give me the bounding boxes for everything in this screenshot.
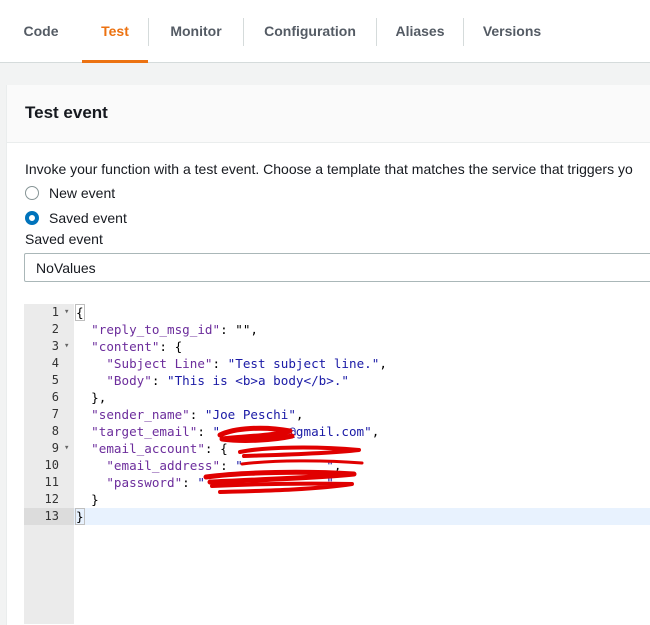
- tab-test-label: Test: [101, 23, 129, 39]
- line-number: 3: [51, 339, 59, 353]
- json-key: "reply_to_msg_id": [91, 322, 221, 337]
- code-line: 3 ▾ "content": {: [24, 338, 650, 355]
- tab-configuration[interactable]: Configuration: [244, 0, 376, 62]
- json-key: "password": [106, 475, 183, 490]
- line-number: 4: [51, 356, 59, 370]
- json-text: ,: [371, 424, 380, 439]
- tab-aliases[interactable]: Aliases: [377, 0, 463, 62]
- close-brace: }: [75, 508, 85, 525]
- json-key: "target_email": [91, 424, 198, 439]
- json-text: },: [91, 390, 107, 405]
- line-number: 13: [44, 509, 59, 523]
- radio-new-event[interactable]: New event: [25, 185, 115, 201]
- json-key: "sender_name": [91, 407, 190, 422]
- panel-description: Invoke your function with a test event. …: [25, 161, 633, 177]
- test-event-panel: Test event Invoke your function with a t…: [6, 85, 650, 625]
- json-text: :: [220, 458, 236, 473]
- line-number: 12: [44, 492, 59, 506]
- tab-aliases-label: Aliases: [395, 23, 445, 39]
- open-brace: {: [75, 304, 85, 321]
- json-string: "Joe Peschi": [204, 407, 296, 422]
- line-number: 5: [51, 373, 59, 387]
- json-text: ,: [295, 407, 304, 422]
- tab-monitor[interactable]: Monitor: [149, 0, 243, 62]
- radio-saved-event[interactable]: Saved event: [25, 210, 127, 226]
- code-line: 5 "Body": "This is <b>a body</b>.": [24, 372, 650, 389]
- fold-arrow-icon[interactable]: ▾: [64, 338, 69, 355]
- line-number: 2: [51, 322, 59, 336]
- json-string: " @gmail.com": [212, 424, 372, 439]
- json-string: " ": [235, 458, 334, 473]
- json-key: "email_account": [91, 441, 205, 456]
- radio-saved-event-label: Saved event: [49, 210, 127, 226]
- line-number: 9: [51, 441, 59, 455]
- json-text: :: [151, 373, 168, 388]
- tab-code-label: Code: [23, 23, 59, 39]
- json-key: "Body": [106, 373, 152, 388]
- line-number: 1: [51, 305, 59, 319]
- code-line-active: 13 }: [24, 508, 650, 525]
- code-line: 1 ▾ {: [24, 304, 650, 321]
- panel-title: Test event: [25, 103, 108, 122]
- json-text: }: [91, 492, 99, 507]
- code-line: 7 "sender_name": "Joe Peschi",: [24, 406, 650, 423]
- json-key: "email_address": [106, 458, 221, 473]
- line-number: 8: [51, 424, 59, 438]
- code-line: 8 "target_email": " @gmail.com",: [24, 423, 650, 440]
- code-line: 10 "email_address": " ",: [24, 457, 650, 474]
- radio-saved-event-circle[interactable]: [25, 211, 39, 225]
- fold-arrow-icon[interactable]: ▾: [64, 304, 69, 321]
- tab-code[interactable]: Code: [0, 0, 82, 62]
- code-line: 11 "password": " ": [24, 474, 650, 491]
- json-string: " ": [197, 475, 334, 490]
- radio-new-event-label: New event: [49, 185, 116, 201]
- radio-new-event-circle[interactable]: [25, 186, 39, 200]
- json-text: : {: [204, 441, 228, 456]
- tab-monitor-label: Monitor: [170, 23, 222, 39]
- json-text: ,: [333, 458, 342, 473]
- tab-versions[interactable]: Versions: [464, 0, 560, 62]
- json-editor[interactable]: 1 ▾ { 2 "reply_to_msg_id": "", 3 ▾ "cont…: [24, 304, 650, 624]
- json-text: :: [182, 475, 198, 490]
- code-line: 12 }: [24, 491, 650, 508]
- tab-configuration-label: Configuration: [264, 23, 356, 39]
- json-text: : {: [159, 339, 183, 354]
- json-text: :: [189, 407, 205, 422]
- json-key: "Subject Line": [106, 356, 213, 371]
- json-text: ,: [379, 356, 387, 371]
- json-string: "Test subject line.": [227, 356, 380, 371]
- code-line: 9 ▾ "email_account": {: [24, 440, 650, 457]
- line-number: 6: [51, 390, 59, 404]
- json-text: :: [212, 356, 228, 371]
- line-number: 7: [51, 407, 59, 421]
- saved-event-select[interactable]: NoValues: [24, 253, 650, 282]
- saved-event-label: Saved event: [25, 231, 103, 247]
- tab-test[interactable]: Test: [82, 0, 148, 63]
- json-text: :: [197, 424, 213, 439]
- saved-event-value: NoValues: [36, 260, 96, 276]
- line-number: 11: [44, 475, 59, 489]
- code-line: 6 },: [24, 389, 650, 406]
- json-key: "content": [91, 339, 160, 354]
- line-number: 10: [44, 458, 59, 472]
- panel-header: Test event: [7, 85, 650, 143]
- json-string: "This is <b>a body</b>.": [167, 373, 349, 388]
- json-text: : "",: [220, 322, 258, 337]
- fold-arrow-icon[interactable]: ▾: [64, 440, 69, 457]
- code-line: 4 "Subject Line": "Test subject line.",: [24, 355, 650, 372]
- tab-versions-label: Versions: [482, 23, 542, 39]
- tab-bar: Code Test Monitor Configuration Aliases …: [0, 0, 650, 63]
- code-line: 2 "reply_to_msg_id": "",: [24, 321, 650, 338]
